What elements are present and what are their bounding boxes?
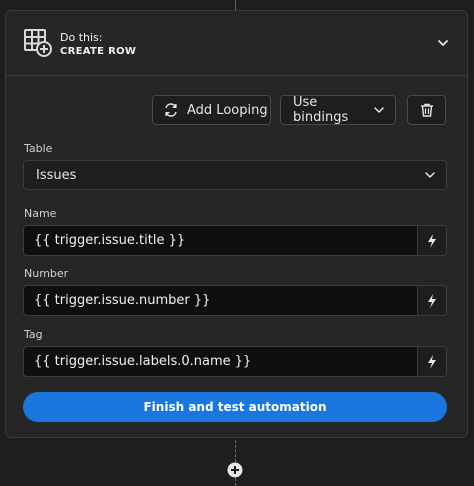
finish-and-test-button[interactable]: Finish and test automation xyxy=(23,392,447,422)
use-bindings-label: Use bindings xyxy=(293,95,349,125)
add-looping-label: Add Looping xyxy=(187,102,268,118)
step-prefix: Do this: xyxy=(60,31,103,44)
connector-line-top xyxy=(235,0,236,10)
add-looping-button[interactable]: Add Looping xyxy=(152,95,271,125)
loop-icon xyxy=(165,103,177,117)
delete-step-button[interactable] xyxy=(407,95,446,125)
step-header[interactable]: Do this: CREATE ROW xyxy=(6,11,467,76)
connector-line-tail xyxy=(235,478,236,486)
lightning-bolt-icon xyxy=(428,293,436,308)
tag-label: Tag xyxy=(24,328,43,341)
tag-binding-button[interactable] xyxy=(417,346,447,377)
use-bindings-dropdown[interactable]: Use bindings xyxy=(280,95,396,125)
tag-field-row: {{ trigger.issue.labels.0.name }} xyxy=(23,346,447,377)
automation-step-card: Do this: CREATE ROW Add Looping Use bind… xyxy=(5,10,468,438)
trash-icon xyxy=(420,103,433,117)
tag-input[interactable]: {{ trigger.issue.labels.0.name }} xyxy=(23,346,417,377)
name-input[interactable]: {{ trigger.issue.title }} xyxy=(23,225,417,256)
chevron-down-icon xyxy=(425,172,435,178)
lightning-bolt-icon xyxy=(428,354,436,369)
table-add-icon xyxy=(24,29,52,57)
add-circle-icon[interactable] xyxy=(227,462,243,478)
name-label: Name xyxy=(24,207,57,220)
connector-line-bottom xyxy=(235,440,236,462)
chevron-down-icon xyxy=(374,107,384,113)
name-field-row: {{ trigger.issue.title }} xyxy=(23,225,447,256)
number-input[interactable]: {{ trigger.issue.number }} xyxy=(23,285,417,316)
table-select-value: Issues xyxy=(36,167,77,183)
table-label: Table xyxy=(24,142,53,155)
table-select[interactable]: Issues xyxy=(23,160,447,190)
name-binding-button[interactable] xyxy=(417,225,447,256)
number-field-row: {{ trigger.issue.number }} xyxy=(23,285,447,316)
lightning-bolt-icon xyxy=(428,233,436,248)
number-binding-button[interactable] xyxy=(417,285,447,316)
chevron-down-icon[interactable] xyxy=(435,35,451,51)
step-name: CREATE ROW xyxy=(60,46,137,57)
number-label: Number xyxy=(24,267,69,280)
